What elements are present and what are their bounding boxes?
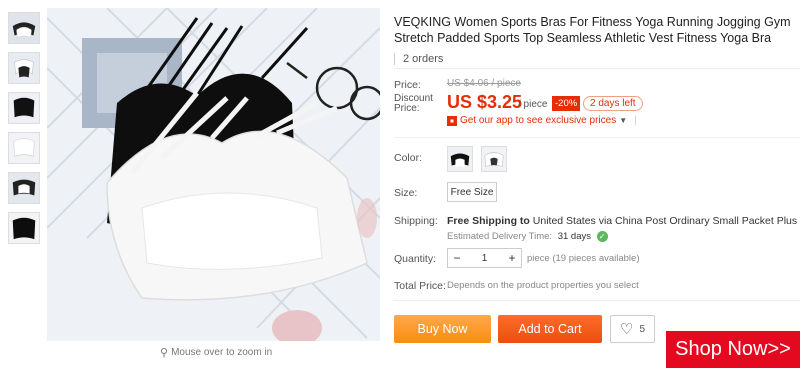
delivery-label: Estimated Delivery Time: xyxy=(447,231,553,243)
qr-code-icon xyxy=(447,115,457,126)
color-swatch-white[interactable] xyxy=(481,146,507,172)
magnifier-icon: ⚲ xyxy=(160,347,169,359)
product-title: VEQKING Women Sports Bras For Fitness Yo… xyxy=(394,15,791,45)
order-count[interactable]: 2 orders xyxy=(394,53,794,65)
increment-button[interactable]: + xyxy=(503,251,521,265)
caret-down-icon: ▼ xyxy=(619,116,628,125)
thumbnail-4[interactable] xyxy=(8,132,40,164)
divider xyxy=(394,137,800,138)
discount-price-label: Discount Price: xyxy=(394,93,433,114)
quantity-available: piece (19 pieces available) xyxy=(527,253,640,264)
zoom-hint-text: Mouse over to zoom in xyxy=(171,347,273,358)
discount-badge: -20% xyxy=(552,96,581,111)
days-left-badge: 2 days left xyxy=(583,96,643,111)
shop-now-banner[interactable]: Shop Now>> xyxy=(666,331,800,368)
divider xyxy=(394,300,800,301)
product-info: VEQKING Women Sports Bras For Fitness Yo… xyxy=(394,14,794,65)
shipping-info[interactable]: Free Shipping to United States via China… xyxy=(447,215,800,227)
wishlist-button[interactable]: ♡ 5 xyxy=(610,315,655,343)
wishlist-count: 5 xyxy=(639,323,645,335)
thumbnail-5[interactable] xyxy=(8,172,40,204)
separator: | xyxy=(634,115,637,126)
quantity-input[interactable]: 1 xyxy=(466,253,503,264)
divider xyxy=(394,68,800,69)
buy-now-button[interactable]: Buy Now xyxy=(394,315,491,343)
heart-icon: ♡ xyxy=(619,320,634,338)
shipping-detail: United States via China Post Ordinary Sm… xyxy=(532,215,798,227)
app-promo-text: Get our app to see exclusive prices xyxy=(460,115,617,126)
size-option-free[interactable]: Free Size xyxy=(447,182,497,202)
color-label: Color: xyxy=(394,152,423,164)
thumbnail-1[interactable] xyxy=(8,12,40,44)
app-promo-link[interactable]: Get our app to see exclusive prices ▼ | xyxy=(447,115,637,126)
free-shipping-text: Free Shipping to xyxy=(447,215,530,227)
add-to-cart-button[interactable]: Add to Cart xyxy=(498,315,602,343)
quantity-label: Quantity: xyxy=(394,253,437,265)
decrement-button[interactable]: − xyxy=(448,251,466,265)
zoom-hint: ⚲ Mouse over to zoom in xyxy=(160,346,272,359)
total-price-label: Total Price: xyxy=(394,280,446,292)
thumbnail-6[interactable] xyxy=(8,212,40,244)
delivery-estimate: Estimated Delivery Time: 31 days ✓ xyxy=(447,231,608,242)
original-price: US $4.06 / piece xyxy=(447,78,521,89)
main-product-image[interactable] xyxy=(47,8,380,341)
thumbnail-3[interactable] xyxy=(8,92,40,124)
delivery-value: 31 days xyxy=(557,231,591,243)
shipping-label: Shipping: xyxy=(394,215,438,227)
thumbnail-strip xyxy=(8,12,42,252)
quantity-stepper: − 1 + xyxy=(447,248,522,268)
price-label: Price: xyxy=(394,79,421,91)
total-price-value: Depends on the product properties you se… xyxy=(447,280,639,291)
thumbnail-2[interactable] xyxy=(8,52,40,84)
current-price: US $3.25 xyxy=(447,92,523,112)
size-label: Size: xyxy=(394,187,418,199)
price-unit: / piece xyxy=(518,99,548,110)
color-swatch-black[interactable] xyxy=(447,146,473,172)
check-circle-icon: ✓ xyxy=(596,231,608,242)
